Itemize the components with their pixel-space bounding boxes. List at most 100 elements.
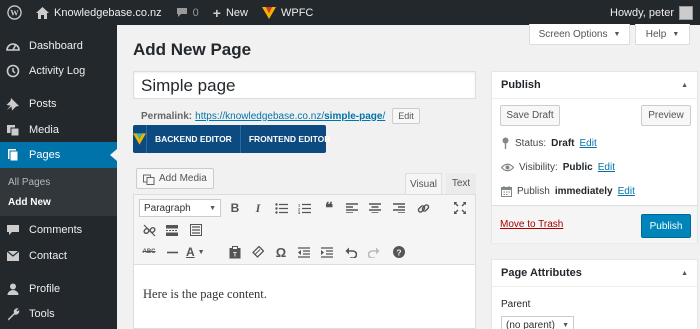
permalink-edit-button[interactable]: Edit [392,108,420,124]
sidebar-item-pages[interactable]: Pages [0,142,117,168]
sidebar-item-media[interactable]: Media [0,117,117,143]
sidebar-item-dashboard[interactable]: Dashboard [0,33,117,59]
publish-schedule-label: Publish [517,186,550,197]
help-button[interactable]: Help ▼ [635,24,690,45]
page-title: Add New Page [133,40,252,59]
horizontal-line-icon[interactable] [163,243,181,261]
sidebar-item-posts[interactable]: Posts [0,91,117,117]
visibility-edit-link[interactable]: Edit [598,162,615,173]
publish-button[interactable]: Publish [641,214,691,238]
page-builder-bar: BACKEND EDITOR FRONTEND EDITOR [133,125,330,153]
new-content-link[interactable]: + New [206,0,255,25]
permalink-trailing: / [382,110,386,122]
status-edit-link[interactable]: Edit [579,138,596,149]
sidebar-item-label: Posts [29,98,57,110]
italic-icon[interactable]: I [249,199,267,217]
submenu-item-all-pages[interactable]: All Pages [8,177,50,188]
keyboard-shortcuts-icon[interactable]: ? [390,243,408,261]
read-more-icon[interactable] [163,221,181,239]
text-color-icon[interactable]: A ▼ [186,243,212,261]
unlink-icon[interactable] [140,221,158,239]
parent-select[interactable]: (no parent) ▼ [501,316,574,329]
wordpress-logo-button[interactable]: W [0,0,29,25]
link-icon[interactable] [414,199,432,217]
new-label: New [225,6,248,19]
undo-icon[interactable] [342,243,360,261]
bulleted-list-icon[interactable] [272,199,290,217]
sidebar-item-comments[interactable]: Comments [0,217,117,243]
clear-formatting-icon[interactable] [249,243,267,261]
page-attributes-header[interactable]: Page Attributes ▲ [492,260,697,287]
paste-as-text-icon[interactable]: T [226,243,244,261]
page-attributes-box: Page Attributes ▲ Parent (no parent) ▼ [491,259,698,329]
title-input[interactable]: Simple page [133,71,476,99]
add-media-button[interactable]: Add Media [136,168,214,189]
frontend-editor-button[interactable]: FRONTEND EDITOR [239,125,339,153]
indent-icon[interactable] [318,243,336,261]
site-name-link[interactable]: Knowledgebase.co.nz [29,0,169,25]
align-left-icon[interactable] [343,199,361,217]
format-select-value: Paragraph [144,202,191,214]
sidebar-item-contact[interactable]: Contact [0,243,117,269]
strikethrough-icon[interactable]: ABC [140,243,158,261]
tab-visual[interactable]: Visual [405,173,442,194]
save-draft-button[interactable]: Save Draft [500,105,560,126]
align-right-icon[interactable] [390,199,408,217]
visibility-label: Visibility: [519,162,558,173]
plus-icon: + [212,4,221,21]
site-name: Knowledgebase.co.nz [54,6,162,19]
svg-text:W: W [10,8,19,18]
publish-box: Publish ▲ Save Draft Preview Status: Dra… [491,71,698,243]
status-label: Status: [515,137,547,149]
wpfc-label: WPFC [280,6,314,19]
wpfc-icon [261,6,276,19]
move-to-trash-link[interactable]: Move to Trash [500,219,563,230]
comments-icon [4,221,22,239]
pin-icon [4,95,22,113]
format-select[interactable]: Paragraph ▼ [139,199,221,217]
bold-icon[interactable]: B [226,199,244,217]
backend-editor-button[interactable]: BACKEND EDITOR [147,125,240,153]
sidebar-item-label: Activity Log [29,65,86,77]
permalink-link[interactable]: https://knowledgebase.co.nz/simple-page/ [195,111,385,122]
status-value: Draft [551,137,575,149]
tab-text[interactable]: Text [446,173,476,194]
numbered-list-icon[interactable]: 123 [295,199,313,217]
wpfc-link[interactable]: WPFC [255,0,320,25]
svg-text:3: 3 [298,210,301,214]
screen-options-button[interactable]: Screen Options ▼ [529,24,630,45]
parent-select-value: (no parent) [506,319,555,329]
blockquote-icon[interactable]: ❝ [320,199,338,217]
admin-bar: W Knowledgebase.co.nz 0 + New WPFC Howdy… [0,0,700,25]
outdent-icon[interactable] [295,243,313,261]
publish-box-header[interactable]: Publish ▲ [492,72,697,99]
preview-button[interactable]: Preview [641,105,691,126]
comments-link[interactable]: 0 [169,0,206,25]
editor-content-area[interactable]: Here is the page content. [133,265,476,329]
account-menu[interactable]: Howdy, peter [603,0,700,25]
add-media-label: Add Media [159,173,207,184]
visibility-value: Public [562,162,593,173]
parent-label: Parent [501,299,531,310]
greeting: Howdy, peter [610,6,674,19]
permalink: Permalink: https://knowledgebase.co.nz/s… [141,108,420,124]
toolbar-toggle-icon[interactable] [187,221,205,239]
visibility-row: Visibility: Public Edit [501,162,615,173]
sidebar-item-tools[interactable]: Tools [0,301,117,327]
sidebar-item-activity-log[interactable]: Activity Log [0,58,117,84]
admin-sidebar: Dashboard Activity Log Posts Media Pages… [0,25,117,329]
user-icon [4,280,22,298]
special-character-icon[interactable]: Ω [272,243,290,261]
redo-icon[interactable] [365,243,383,261]
wordpress-icon: W [7,5,22,20]
fullscreen-icon[interactable] [451,199,469,217]
align-center-icon[interactable] [366,199,384,217]
sidebar-item-profile[interactable]: Profile [0,276,117,302]
editor-paragraph: Here is the page content. [143,287,267,301]
dashboard-icon [4,37,22,55]
sidebar-item-label: Media [29,124,59,136]
publish-schedule-edit-link[interactable]: Edit [618,186,635,197]
sidebar-item-label: Pages [29,149,61,161]
submenu-item-add-new[interactable]: Add New [8,197,51,208]
caret-down-icon: ▼ [672,30,680,38]
